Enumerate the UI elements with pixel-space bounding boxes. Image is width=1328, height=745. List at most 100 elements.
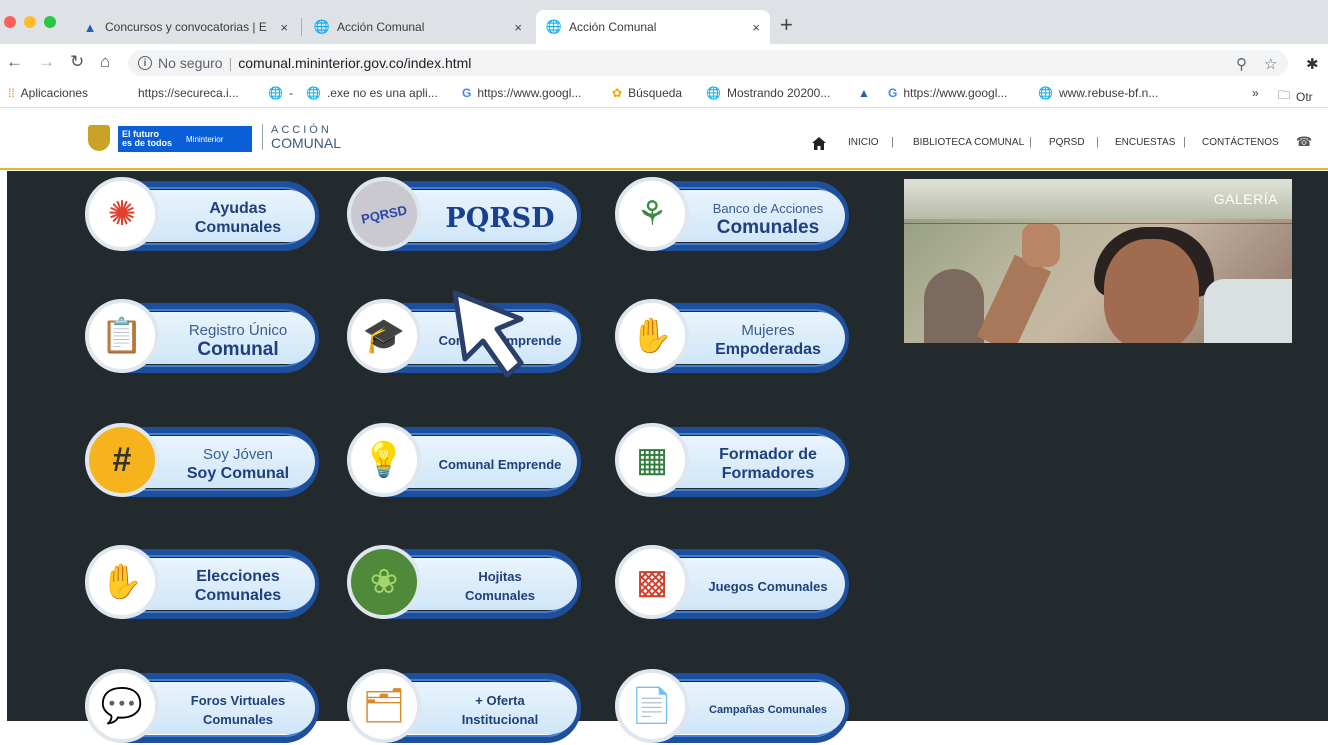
tile-soy-joven[interactable]: # Soy Jóven Soy Comunal [85, 423, 323, 499]
bookmark-google-1[interactable]: G https://www.googl... [462, 86, 581, 100]
nav-biblioteca-comunal[interactable]: BIBLIOTECA COMUNAL [913, 137, 1024, 148]
tile-label-line2: Institucional [461, 712, 539, 727]
nav-separator: | [891, 136, 894, 148]
tile-label-line1: Formador de [719, 446, 817, 463]
home-icon[interactable] [812, 137, 826, 150]
tile-registro-unico[interactable]: 📋 Registro Único Comunal [85, 299, 323, 375]
globe-icon: 🌐 [268, 86, 283, 100]
extensions-puzzle-icon[interactable]: ✱ [1306, 55, 1319, 73]
tile-label-line1: Registro Único [188, 322, 288, 339]
board-game-icon: ▩ [615, 545, 689, 619]
tile-foros-virtuales[interactable]: 💬 Foros Virtuales Comunales [85, 669, 323, 745]
tile-label-line1: + Oferta [475, 693, 525, 708]
tab-title: Concursos y convocatorias | E [105, 20, 267, 34]
bookmark-star-icon[interactable]: ☆ [1264, 55, 1277, 73]
leaves-icon: ❀ [347, 545, 421, 619]
raised-hands-icon: ✋ [85, 545, 159, 619]
tile-label: PQRSD [425, 192, 575, 244]
tile-mujeres-empoderadas[interactable]: ✋ Mujeres Empoderadas [615, 299, 853, 375]
tile-campanas-comunales[interactable]: 📄 Campañas Comunales [615, 669, 853, 745]
tab-close-icon[interactable]: × [280, 20, 288, 35]
bookmark-secureca[interactable]: https://secureca.i... [138, 86, 239, 100]
tile-label-line2: Empoderadas [715, 341, 821, 358]
address-bar[interactable]: i No seguro | comunal.mininterior.gov.co… [128, 50, 1288, 76]
tile-label-line2: Comunal [197, 339, 279, 360]
bookmark-busqueda[interactable]: ✿ Búsqueda [612, 86, 682, 100]
bookmark-label: - [288, 86, 293, 100]
gov-slogan: El futuro es de todos [122, 130, 172, 148]
tile-label: Foros Virtuales Comunales [163, 684, 313, 736]
tab-accion-comunal-1[interactable]: 🌐 Acción Comunal × [304, 10, 532, 44]
tile-hojitas-comunales[interactable]: ❀ Hojitas Comunales [347, 545, 585, 621]
gallery-title-rule [904, 223, 1292, 224]
gallery-photo-fist [1022, 223, 1060, 267]
bookmark-aplicaciones[interactable]: ⁞⁞ Aplicaciones [8, 86, 88, 100]
nav-inicio[interactable]: INICIO [848, 137, 879, 148]
nav-separator: | [1183, 136, 1186, 148]
tile-comunal-emprende-2[interactable]: 💡 Comunal Emprende [347, 423, 585, 499]
bookmark-label: https://www.googl... [903, 86, 1008, 100]
accion-comunal-logo[interactable]: ACCIÓN COMUNAL [262, 124, 341, 150]
tab-close-icon[interactable]: × [514, 20, 522, 35]
tile-label: Banco de Acciones Comunales [693, 192, 843, 244]
ministry-label: Mininterior [186, 134, 224, 144]
tile-banco-acciones[interactable]: ⚘ Banco de Acciones Comunales [615, 177, 853, 253]
bookmark-google-2[interactable]: G https://www.googl... [888, 86, 1007, 100]
nav-pqrsd[interactable]: PQRSD [1049, 137, 1085, 148]
browser-tab-strip: ▲ Concursos y convocatorias | E × 🌐 Acci… [0, 0, 1328, 44]
tile-pqrsd[interactable]: PQRSD PQRSD [340, 170, 585, 258]
tile-juegos-comunales[interactable]: ▩ Juegos Comunales [615, 545, 853, 621]
colombia-gov-favicon-icon: ▲ [858, 86, 870, 100]
main-content: ✺ Ayudas Comunales PQRSD PQRSD ⚘ Banco d… [7, 170, 1328, 743]
bookmark-dash[interactable]: 🌐 - [268, 86, 293, 100]
url-text: comunal.mininterior.gov.co/index.html [238, 55, 472, 71]
nav-separator: | [1096, 136, 1099, 148]
tab-divider [301, 18, 302, 36]
gallery-photo-shirt [1204, 279, 1292, 343]
reload-icon[interactable]: ↻ [70, 52, 84, 72]
tile-label: Registro Único Comunal [163, 314, 313, 366]
tile-label-line1: PQRSD [445, 202, 555, 234]
forward-arrow-icon[interactable]: → [38, 52, 55, 72]
colombia-shield-icon[interactable] [88, 125, 110, 151]
browser-toolbar: ← → ↻ ⌂ i No seguro | comunal.mininterio… [0, 44, 1328, 80]
bookmark-rebuse[interactable]: 🌐 www.rebuse-bf.n... [1038, 86, 1158, 100]
hashtag-puzzle-icon: # [85, 423, 159, 497]
bookmark-exe[interactable]: 🌐 .exe no es una apli... [306, 86, 438, 100]
zoom-icon[interactable]: ⚲ [1236, 55, 1247, 73]
window-close-dot[interactable] [4, 16, 16, 28]
gallery-banner[interactable]: GALERÍA [904, 179, 1292, 343]
nav-contactenos[interactable]: CONTÁCTENOS [1202, 137, 1279, 148]
tile-elecciones-comunales[interactable]: ✋ Elecciones Comunales [85, 545, 323, 621]
phone-icon[interactable]: ☎ [1296, 134, 1312, 150]
window-minimize-dot[interactable] [24, 16, 36, 28]
chat-bubble-icon: 💬 [85, 669, 159, 743]
tile-label: Formador de Formadores [693, 438, 843, 490]
back-arrow-icon[interactable]: ← [6, 52, 23, 72]
tab-concursos[interactable]: ▲ Concursos y convocatorias | E × [72, 10, 298, 44]
tile-oferta-institucional[interactable]: 🗂 + Oferta Institucional [347, 669, 585, 745]
bookmark-mostrando[interactable]: 🌐 Mostrando 20200... [706, 86, 830, 100]
tile-label-line1: Hojitas [478, 569, 522, 584]
tab-close-icon[interactable]: × [752, 20, 760, 35]
tile-label: Mujeres Empoderadas [693, 314, 843, 366]
bookmark-colombia[interactable]: ▲ [858, 86, 876, 100]
tile-label-line2: Soy Comunal [186, 465, 290, 482]
globe-icon: 🌐 [706, 86, 721, 100]
hands-circle-icon: ✺ [85, 177, 159, 251]
bookmarks-overflow-chevron[interactable]: » [1252, 86, 1259, 100]
new-tab-button[interactable]: + [780, 14, 793, 36]
bookmark-otros[interactable]: 🗀 Otr [1278, 86, 1313, 107]
info-icon[interactable]: i [138, 56, 152, 70]
pqrsd-badge-text: PQRSD [359, 201, 409, 227]
lightbulb-gear-icon: 💡 [347, 423, 421, 497]
window-maximize-dot[interactable] [44, 16, 56, 28]
tab-title: Acción Comunal [337, 20, 425, 34]
gov-logo[interactable]: El futuro es de todos Mininterior [118, 126, 252, 152]
nav-separator: | [1029, 136, 1032, 148]
tile-formador-de-formadores[interactable]: ▦ Formador de Formadores [615, 423, 853, 499]
home-icon[interactable]: ⌂ [100, 52, 110, 72]
tile-ayudas-comunales[interactable]: ✺ Ayudas Comunales [85, 177, 323, 253]
nav-encuestas[interactable]: ENCUESTAS [1115, 137, 1175, 148]
tab-accion-comunal-active[interactable]: 🌐 Acción Comunal × [536, 10, 770, 44]
